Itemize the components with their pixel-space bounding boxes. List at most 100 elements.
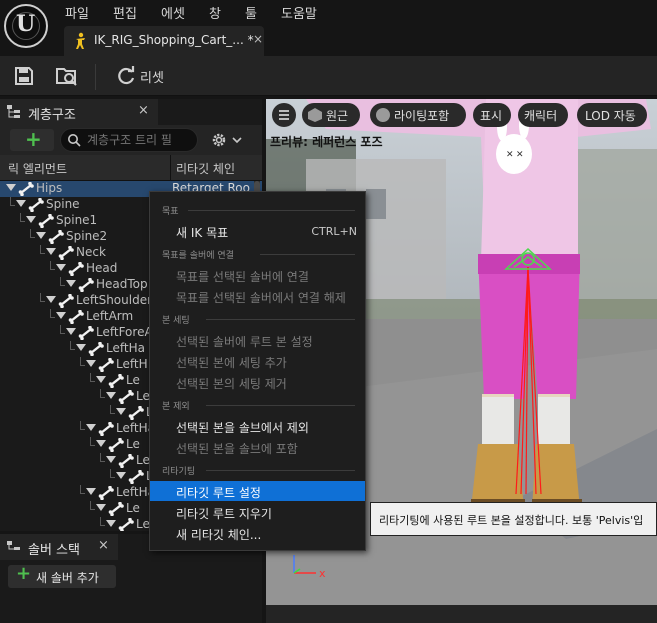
expand-arrow-icon[interactable] bbox=[96, 440, 106, 447]
hierarchy-search-box[interactable] bbox=[60, 128, 198, 152]
perspective-label: 원근 bbox=[326, 109, 349, 123]
add-new-solver-button[interactable]: + 새 솔버 추가 bbox=[8, 563, 116, 588]
expand-arrow-icon[interactable] bbox=[116, 472, 126, 479]
context-menu-shortcut: CTRL+N bbox=[311, 225, 357, 238]
hierarchy-column-header: 릭 엘리먼트 리타깃 체인 bbox=[0, 155, 262, 181]
expand-arrow-icon[interactable] bbox=[66, 328, 76, 335]
expand-arrow-icon[interactable] bbox=[76, 344, 86, 351]
cube-icon bbox=[308, 108, 322, 122]
context-menu-divider bbox=[206, 470, 355, 471]
settings-gear-icon[interactable] bbox=[209, 130, 245, 150]
hierarchy-close-icon[interactable]: × bbox=[138, 103, 149, 118]
context-menu-item[interactable]: 선택된 본을 솔브에 포함 bbox=[150, 437, 365, 457]
save-icon[interactable] bbox=[12, 64, 36, 88]
solver-stack-tab[interactable]: 솔버 스택 × bbox=[0, 534, 118, 560]
bone-icon bbox=[48, 230, 64, 244]
menu-edit[interactable]: 편집 bbox=[113, 3, 137, 22]
preview-pose-label: 프리뷰: 레퍼런스 포즈 bbox=[270, 135, 383, 149]
expand-arrow-icon[interactable] bbox=[96, 504, 106, 511]
bone-icon bbox=[28, 198, 44, 212]
bone-icon bbox=[118, 390, 134, 404]
context-menu-item[interactable]: 새 IK 목표 CTRL+N bbox=[150, 221, 365, 241]
menu-file[interactable]: 파일 bbox=[65, 3, 89, 22]
lit-button[interactable]: 라이팅포함 bbox=[370, 103, 466, 127]
context-menu-item-label: 선택된 본에 세팅 추가 bbox=[176, 356, 287, 370]
viewport-options-button[interactable] bbox=[272, 103, 296, 127]
bone-name: Le bbox=[136, 389, 150, 403]
context-menu-item[interactable]: 리타깃 루트 설정 bbox=[150, 481, 365, 501]
context-menu-item-label: 리타깃 루트 설정 bbox=[176, 486, 261, 500]
menu-window[interactable]: 창 bbox=[209, 3, 221, 22]
context-menu-item[interactable]: 선택된 본의 세팅 제거 bbox=[150, 372, 365, 392]
character-button[interactable]: 캐릭터 bbox=[518, 103, 568, 127]
context-menu-item-label: 선택된 본의 세팅 제거 bbox=[176, 377, 287, 391]
expand-arrow-icon[interactable] bbox=[6, 184, 16, 191]
expand-arrow-icon[interactable] bbox=[36, 232, 46, 239]
svg-text:✕: ✕ bbox=[516, 150, 524, 160]
solver-stack-close-icon[interactable]: × bbox=[98, 538, 109, 553]
bone-icon bbox=[88, 342, 104, 356]
add-element-button[interactable]: + bbox=[10, 127, 54, 151]
menu-help[interactable]: 도움말 bbox=[281, 3, 317, 22]
hierarchy-tab-label: 계층구조 bbox=[28, 108, 76, 123]
context-menu-item[interactable]: 목표를 선택된 솔버에 연결 bbox=[150, 265, 365, 285]
expand-arrow-icon[interactable] bbox=[106, 456, 116, 463]
svg-text:✕: ✕ bbox=[506, 150, 514, 160]
expand-arrow-icon[interactable] bbox=[86, 424, 96, 431]
expand-arrow-icon[interactable] bbox=[56, 312, 66, 319]
reset-button-label[interactable]: 리셋 bbox=[140, 67, 164, 86]
expand-arrow-icon[interactable] bbox=[46, 248, 56, 255]
expand-arrow-icon[interactable] bbox=[46, 296, 56, 303]
expand-arrow-icon[interactable] bbox=[106, 392, 116, 399]
context-menu-item[interactable]: 선택된 본을 솔브에서 제외 bbox=[150, 416, 365, 436]
expand-arrow-icon[interactable] bbox=[16, 200, 26, 207]
context-menu-item[interactable]: 리타깃 루트 지우기 bbox=[150, 502, 365, 522]
bone-icon bbox=[108, 502, 124, 516]
document-tab-title: IK_RIG_Shopping_Cart_... * bbox=[94, 33, 254, 47]
menu-asset[interactable]: 에셋 bbox=[161, 3, 185, 22]
lod-auto-button[interactable]: LOD 자동 bbox=[577, 103, 647, 127]
tooltip: 리타기팅에 사용된 루트 본을 설정합니다. 보통 'Pelvis'입 bbox=[370, 502, 657, 536]
expand-arrow-icon[interactable] bbox=[96, 376, 106, 383]
hamburger-menu-icon bbox=[279, 110, 289, 120]
bone-icon bbox=[38, 214, 54, 228]
document-tab-row: IK_RIG_Shopping_Cart_... * × bbox=[56, 26, 657, 56]
bone-name: Le bbox=[126, 437, 140, 451]
hierarchy-search-input[interactable] bbox=[87, 132, 195, 148]
bone-name: Le bbox=[126, 501, 140, 515]
bone-name: Neck bbox=[76, 245, 106, 259]
context-menu-divider bbox=[260, 254, 355, 255]
context-menu-section-header: 목표를 솔버에 연결 bbox=[162, 251, 234, 261]
context-menu-item[interactable]: 새 리타깃 체인... bbox=[150, 523, 365, 543]
viewport-toolbar: 원근 라이팅포함 표시 캐릭터 LOD 자동 bbox=[266, 101, 657, 127]
bone-icon bbox=[118, 454, 134, 468]
context-menu-item[interactable]: 선택된 본에 세팅 추가 bbox=[150, 351, 365, 371]
browse-asset-icon[interactable] bbox=[54, 64, 80, 88]
hierarchy-icon bbox=[7, 105, 20, 118]
bone-icon bbox=[18, 182, 34, 196]
expand-arrow-icon[interactable] bbox=[106, 520, 116, 527]
reset-icon[interactable] bbox=[114, 64, 138, 88]
expand-arrow-icon[interactable] bbox=[26, 216, 36, 223]
bone-name: Head bbox=[86, 261, 118, 275]
show-button[interactable]: 표시 bbox=[473, 103, 511, 127]
hierarchy-tab[interactable]: 계층구조 × bbox=[0, 99, 158, 125]
bone-icon bbox=[78, 278, 94, 292]
unreal-logo-icon[interactable]: U bbox=[4, 4, 48, 48]
expand-arrow-icon[interactable] bbox=[116, 408, 126, 415]
expand-arrow-icon[interactable] bbox=[66, 280, 76, 287]
perspective-button[interactable]: 원근 bbox=[302, 103, 360, 127]
expand-arrow-icon[interactable] bbox=[56, 264, 66, 271]
tab-close-icon[interactable]: × bbox=[253, 32, 263, 46]
expand-arrow-icon[interactable] bbox=[86, 360, 96, 367]
context-menu-item[interactable]: 선택된 솔버에 루트 본 설정 bbox=[150, 330, 365, 350]
context-menu-item[interactable]: 목표를 선택된 솔버에서 연결 해제 bbox=[150, 286, 365, 306]
plus-icon: + bbox=[16, 563, 32, 584]
column-rig-element[interactable]: 릭 엘리먼트 bbox=[8, 160, 67, 177]
menu-tools[interactable]: 툴 bbox=[245, 3, 257, 22]
column-retarget-chain[interactable]: 리타깃 체인 bbox=[176, 160, 235, 177]
document-tab[interactable]: IK_RIG_Shopping_Cart_... * × bbox=[64, 26, 264, 56]
character-label: 캐릭터 bbox=[524, 109, 558, 123]
expand-arrow-icon[interactable] bbox=[86, 488, 96, 495]
solver-stack-tab-label: 솔버 스택 bbox=[28, 543, 80, 558]
